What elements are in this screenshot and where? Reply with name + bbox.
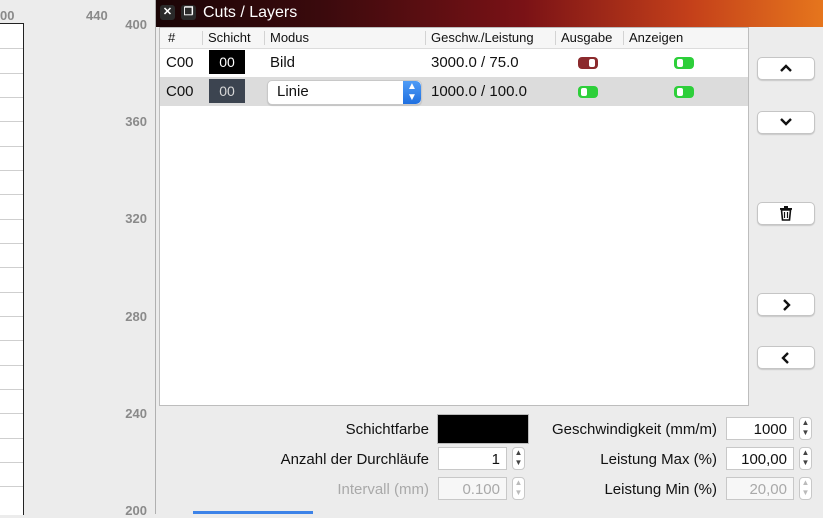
chevron-right-icon xyxy=(783,299,791,311)
layer-color-swatch[interactable]: 00 xyxy=(209,50,245,74)
column-header-show[interactable]: Anzeigen xyxy=(629,30,683,45)
ruler-side-label: 400 xyxy=(125,17,147,32)
power-max-stepper[interactable]: ▲ ▼ xyxy=(799,447,812,470)
layer-color-swatch[interactable]: 00 xyxy=(209,79,245,103)
interval-stepper[interactable]: ▲ ▼ xyxy=(512,477,525,500)
chevron-left-icon xyxy=(781,352,789,364)
row-id: C00 xyxy=(166,54,194,71)
panel-titlebar[interactable]: ✕ ❐ Cuts / Layers xyxy=(156,0,823,27)
move-up-button[interactable] xyxy=(757,57,815,80)
ruler-side-label: 200 xyxy=(125,503,147,518)
column-header-layer[interactable]: Schicht xyxy=(208,30,251,45)
show-toggle-icon[interactable] xyxy=(674,57,694,69)
power-min-stepper[interactable]: ▲ ▼ xyxy=(799,477,812,500)
design-canvas-area[interactable]: 00 440 400 360 320 280 240 200 xyxy=(0,0,155,518)
ruler-side-label: 320 xyxy=(125,211,147,226)
chevron-updown-icon[interactable]: ▲ ▼ xyxy=(403,81,421,104)
chevron-up-icon xyxy=(780,64,792,72)
output-toggle-icon[interactable] xyxy=(578,86,598,98)
close-icon[interactable]: ✕ xyxy=(160,5,175,20)
delete-layer-button[interactable] xyxy=(757,202,815,225)
previous-button[interactable] xyxy=(757,346,815,369)
column-header-output[interactable]: Ausgabe xyxy=(561,30,612,45)
ruler-top-label: 440 xyxy=(86,8,108,23)
ruler-top-label: 00 xyxy=(0,8,15,23)
column-header-speed-power[interactable]: Geschw./Leistung xyxy=(431,30,534,45)
speed-label: Geschwindigkeit (mm/m) xyxy=(551,421,717,438)
column-header-mode[interactable]: Modus xyxy=(270,30,309,45)
layer-color-picker[interactable] xyxy=(437,414,529,444)
row-speed-power: 3000.0 / 75.0 xyxy=(431,54,519,71)
ruler-side-label: 240 xyxy=(125,406,147,421)
canvas-grid[interactable] xyxy=(0,23,24,515)
layer-color-label: Schichtfarbe xyxy=(345,421,429,438)
output-toggle-icon[interactable] xyxy=(578,57,598,69)
show-toggle-icon[interactable] xyxy=(674,86,694,98)
power-max-label: Leistung Max (%) xyxy=(600,451,717,468)
power-max-input[interactable]: 100,00 xyxy=(726,447,794,470)
chevron-down-icon xyxy=(780,118,792,126)
speed-stepper[interactable]: ▲ ▼ xyxy=(799,417,812,440)
table-header: # Schicht Modus Geschw./Leistung Ausgabe… xyxy=(160,28,748,49)
table-row[interactable]: C00 00 Bild 3000.0 / 75.0 xyxy=(160,48,748,77)
power-min-input[interactable]: 20,00 xyxy=(726,477,794,500)
restore-icon[interactable]: ❐ xyxy=(181,5,196,20)
mode-select-value: Linie xyxy=(277,83,309,100)
cuts-layers-panel: ✕ ❐ Cuts / Layers # Schicht Modus Geschw… xyxy=(155,0,823,514)
column-header-id[interactable]: # xyxy=(168,30,175,45)
row-speed-power: 1000.0 / 100.0 xyxy=(431,83,527,100)
layers-table: # Schicht Modus Geschw./Leistung Ausgabe… xyxy=(159,27,749,406)
next-button[interactable] xyxy=(757,293,815,316)
table-row[interactable]: C00 00 Linie ▲ ▼ 1000.0 / 100.0 xyxy=(160,77,748,106)
row-mode[interactable]: Bild xyxy=(270,54,295,71)
power-min-label: Leistung Min (%) xyxy=(604,481,717,498)
row-id: C00 xyxy=(166,83,194,100)
panel-title: Cuts / Layers xyxy=(203,4,298,21)
interval-label: Intervall (mm) xyxy=(337,481,429,498)
speed-input[interactable]: 1000 xyxy=(726,417,794,440)
passes-label: Anzahl der Durchläufe xyxy=(280,451,429,468)
trash-icon xyxy=(780,206,792,221)
ruler-side-label: 360 xyxy=(125,114,147,129)
passes-stepper[interactable]: ▲ ▼ xyxy=(512,447,525,470)
ruler-side-label: 280 xyxy=(125,309,147,324)
passes-input[interactable]: 1 xyxy=(438,447,507,470)
interval-input[interactable]: 0.100 xyxy=(438,477,507,500)
mode-select[interactable]: Linie ▲ ▼ xyxy=(267,80,422,105)
move-down-button[interactable] xyxy=(757,111,815,134)
